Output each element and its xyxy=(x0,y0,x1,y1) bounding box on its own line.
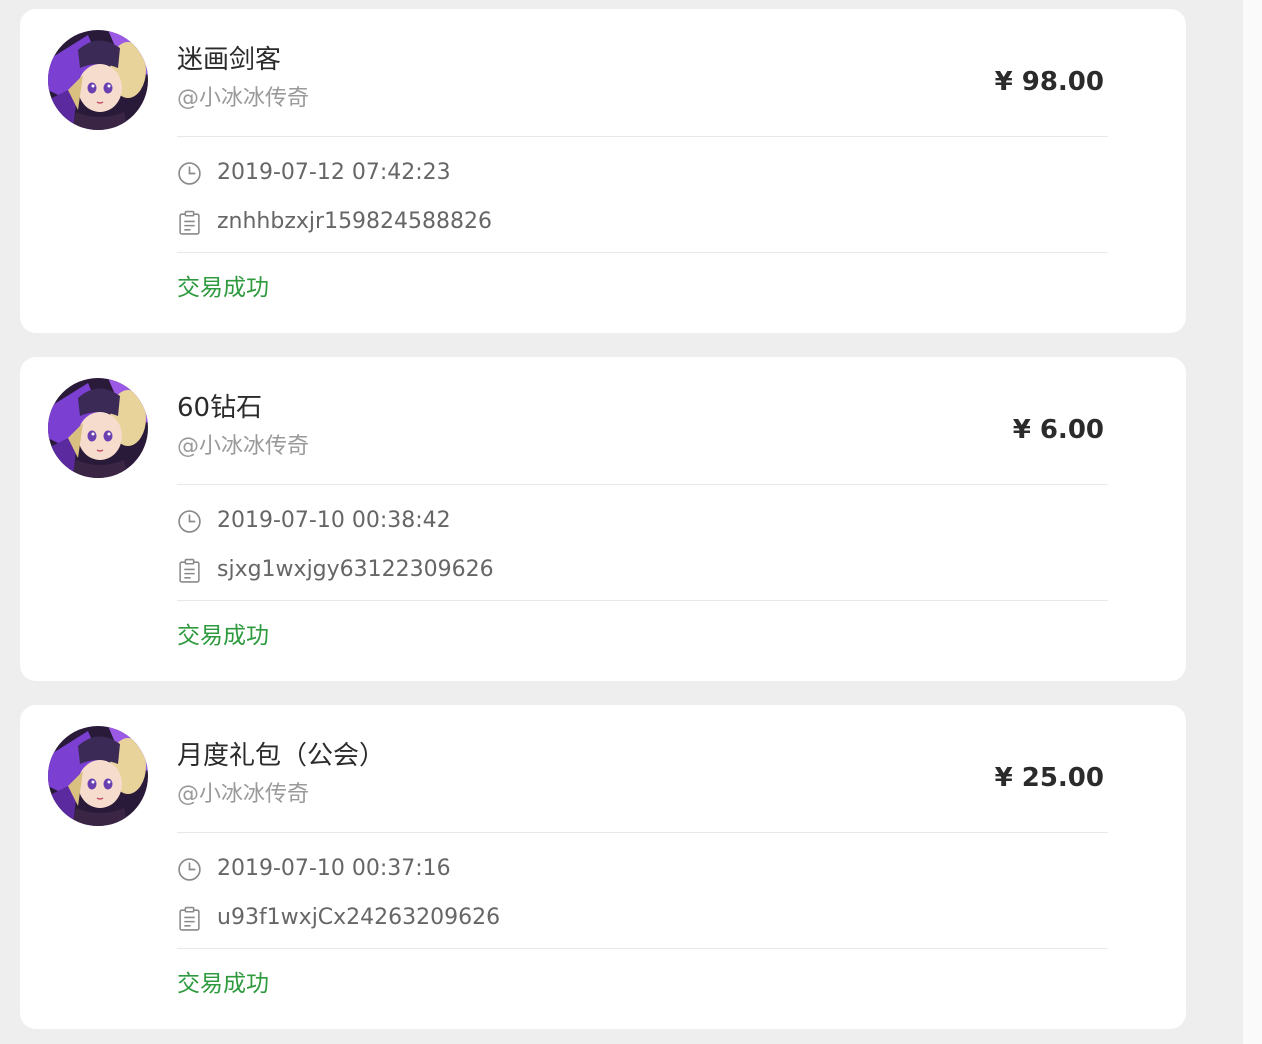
order-history-page: 迷画剑客 @小冰冰传奇 ¥ 98.00 2019-07-12 07:42:23 … xyxy=(0,0,1262,1044)
divider xyxy=(177,484,1108,485)
order-time-row: 2019-07-10 00:38:42 xyxy=(177,506,451,536)
clock-icon xyxy=(178,857,201,881)
game-avatar-image xyxy=(48,30,148,130)
order-number: znhhbzxjr159824588826 xyxy=(217,209,493,234)
game-avatar-image xyxy=(48,726,148,826)
seller-name: @小冰冰传奇 xyxy=(177,434,310,459)
divider xyxy=(177,136,1108,137)
order-status: 交易成功 xyxy=(177,971,269,997)
clipboard-icon xyxy=(179,210,200,235)
game-avatar-image xyxy=(48,378,148,478)
order-status: 交易成功 xyxy=(177,275,269,301)
game-avatar xyxy=(48,726,148,826)
order-number: u93f1wxjCx24263209626 xyxy=(217,905,501,930)
order-list: 迷画剑客 @小冰冰传奇 ¥ 98.00 2019-07-12 07:42:23 … xyxy=(20,9,1186,1044)
order-number-row: sjxg1wxjgy63122309626 xyxy=(177,555,494,585)
clock-icon xyxy=(178,509,201,533)
order-price: ¥ 6.00 xyxy=(1012,415,1104,445)
seller-name: @小冰冰传奇 xyxy=(177,86,310,111)
divider xyxy=(177,948,1108,949)
order-time-row: 2019-07-12 07:42:23 xyxy=(177,158,451,188)
divider xyxy=(177,252,1108,253)
order-time-row: 2019-07-10 00:37:16 xyxy=(177,854,451,884)
order-status: 交易成功 xyxy=(177,623,269,649)
divider xyxy=(177,600,1108,601)
order-card[interactable]: 60钻石 @小冰冰传奇 ¥ 6.00 2019-07-10 00:38:42 s… xyxy=(20,357,1186,681)
order-number-row: znhhbzxjr159824588826 xyxy=(177,207,492,237)
clock-icon xyxy=(178,161,201,185)
game-avatar xyxy=(48,30,148,130)
order-card[interactable]: 月度礼包（公会） @小冰冰传奇 ¥ 25.00 2019-07-10 00:37… xyxy=(20,705,1186,1029)
order-price: ¥ 25.00 xyxy=(994,763,1104,793)
order-number: sjxg1wxjgy63122309626 xyxy=(217,557,494,582)
order-price: ¥ 98.00 xyxy=(994,67,1104,97)
divider xyxy=(177,832,1108,833)
product-title: 60钻石 xyxy=(177,393,263,423)
game-avatar xyxy=(48,378,148,478)
order-time: 2019-07-10 00:37:16 xyxy=(217,856,451,881)
product-title: 月度礼包（公会） xyxy=(177,741,386,771)
clipboard-icon xyxy=(179,906,200,931)
product-title: 迷画剑客 xyxy=(177,45,282,75)
order-time: 2019-07-12 07:42:23 xyxy=(217,160,451,185)
scrollbar-track[interactable] xyxy=(1243,0,1262,1044)
order-number-row: u93f1wxjCx24263209626 xyxy=(177,903,500,933)
clipboard-icon xyxy=(179,558,200,583)
order-time: 2019-07-10 00:38:42 xyxy=(217,508,451,533)
seller-name: @小冰冰传奇 xyxy=(177,782,310,807)
order-card[interactable]: 迷画剑客 @小冰冰传奇 ¥ 98.00 2019-07-12 07:42:23 … xyxy=(20,9,1186,333)
